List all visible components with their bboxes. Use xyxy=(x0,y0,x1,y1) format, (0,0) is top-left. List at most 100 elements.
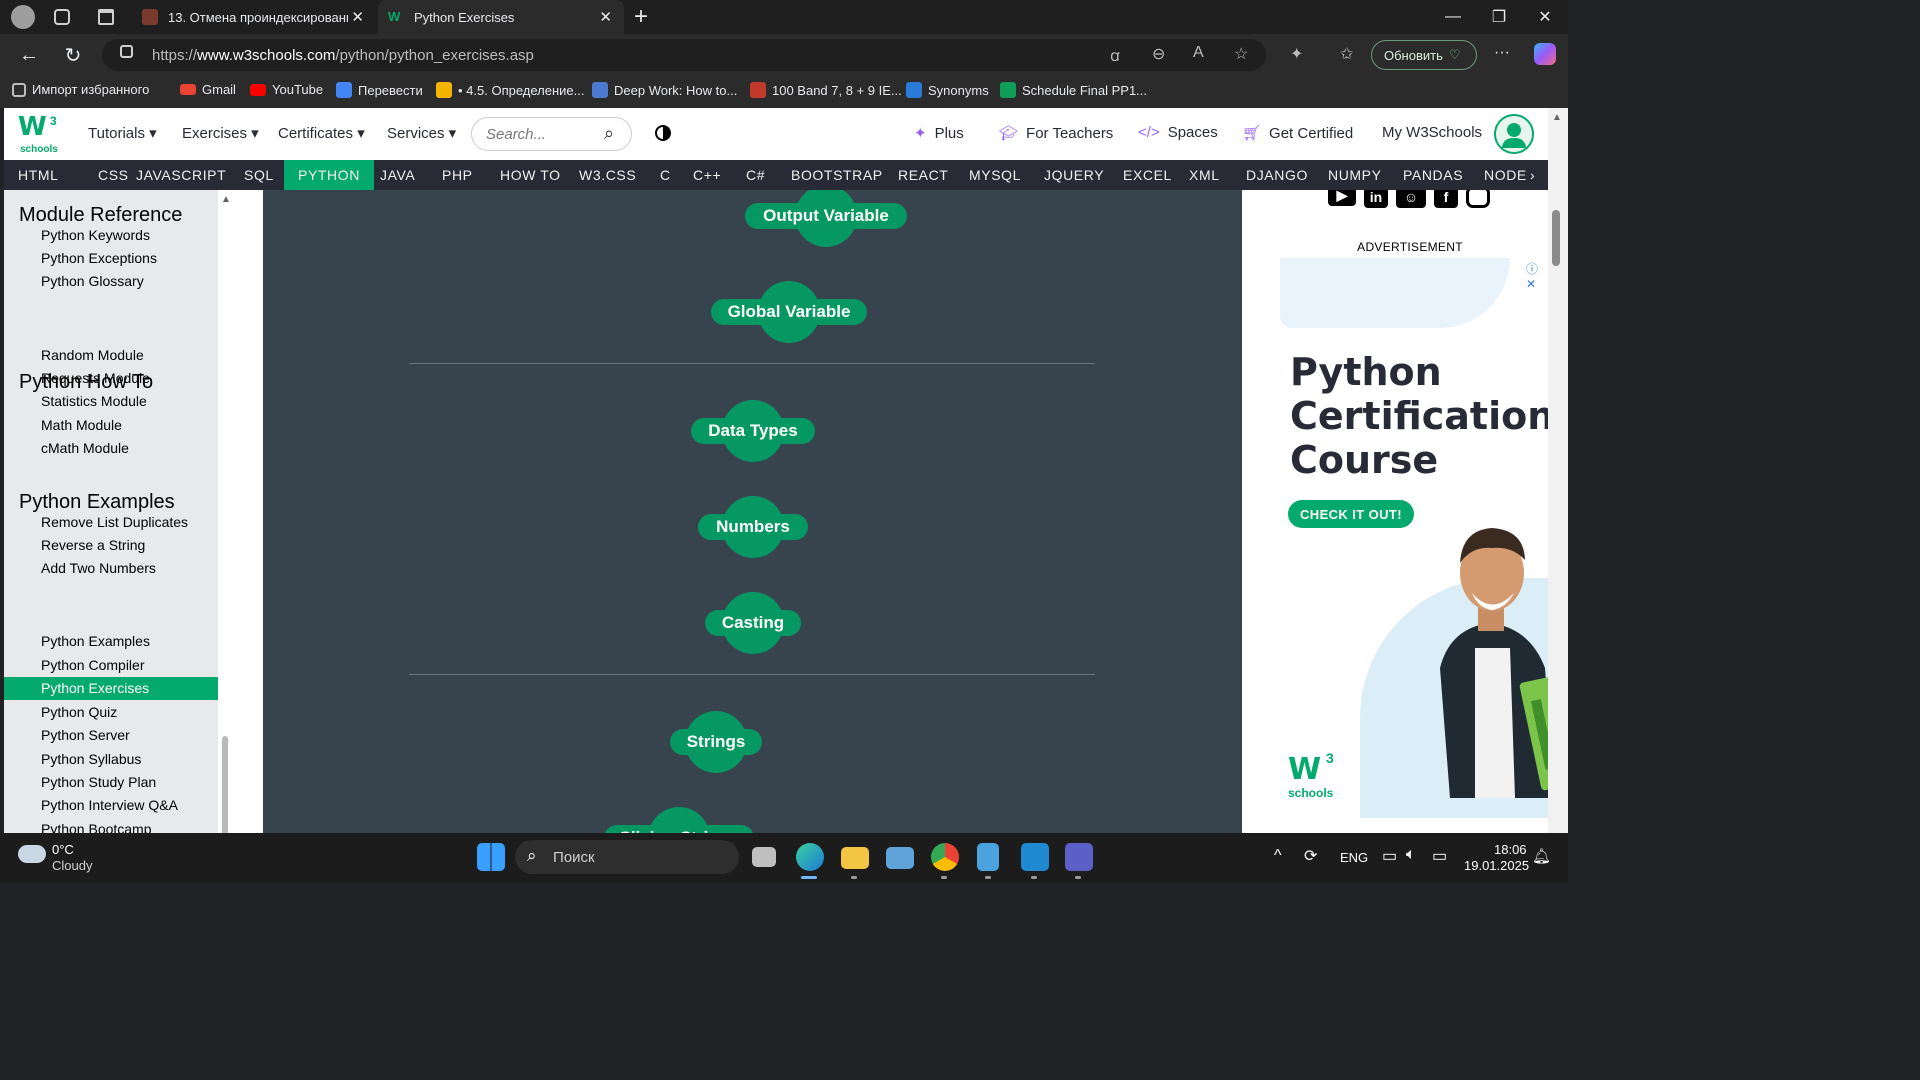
notifications-icon[interactable]: 🔔︎ xyxy=(1532,847,1551,865)
w3schools-logo[interactable]: W 3 schools xyxy=(18,114,58,156)
workspaces-icon[interactable] xyxy=(54,9,70,25)
new-tab-button[interactable]: + xyxy=(634,3,648,31)
bookmark-translate[interactable]: Перевести xyxy=(336,82,423,98)
subnav-item-django[interactable]: DJANGO xyxy=(1232,160,1322,190)
subnav-item-jquery[interactable]: JQUERY xyxy=(1030,160,1118,190)
bookmark-ielts[interactable]: 100 Band 7, 8 + 9 IE... xyxy=(750,82,902,98)
tab-active[interactable]: W Python Exercises ✕ xyxy=(378,0,624,34)
photos-icon[interactable] xyxy=(886,847,914,869)
sidebar-item-python-syllabus[interactable]: Python Syllabus xyxy=(4,748,218,771)
sidebar-scrollbar[interactable]: ▲ xyxy=(218,190,234,833)
sidebar-item-python-interview-q-a[interactable]: Python Interview Q&A xyxy=(4,794,218,817)
vertical-tabs-icon[interactable] xyxy=(98,9,114,25)
read-aloud-icon[interactable]: A xyxy=(1193,44,1204,62)
search-icon[interactable]: ⌕ xyxy=(604,123,614,144)
facebook-social-icon[interactable]: f xyxy=(1434,190,1458,208)
bookmark-import[interactable]: Импорт избранного xyxy=(12,82,149,97)
sidebar-item-cmath-module[interactable]: cMath Module xyxy=(4,437,218,460)
subnav-item-xml[interactable]: XML xyxy=(1175,160,1234,190)
instagram-social-icon[interactable] xyxy=(1466,190,1490,208)
scroll-up-icon[interactable]: ▲ xyxy=(221,194,231,205)
subnav-item-java[interactable]: JAVA xyxy=(366,160,429,190)
tab-inactive[interactable]: 13. Отмена проиндексированных ✕ xyxy=(132,0,376,34)
discord-social-icon[interactable]: ☺ xyxy=(1396,190,1426,208)
subnav-item-c-[interactable]: C# xyxy=(732,160,779,190)
services-menu[interactable]: Services ▾ xyxy=(387,124,456,142)
sidebar-item-math-module[interactable]: Math Module xyxy=(4,414,218,437)
update-browser-button[interactable]: Обновить ♡ xyxy=(1371,40,1477,70)
volume-muted-icon[interactable]: 🔈︎ xyxy=(1406,846,1416,864)
subnav-item-bootstrap[interactable]: BOOTSTRAP xyxy=(777,160,897,190)
subnav-item-c-[interactable]: C++ xyxy=(679,160,735,190)
subnav-item-javascript[interactable]: JAVASCRIPT xyxy=(122,160,240,190)
windows-start-icon[interactable] xyxy=(477,843,505,871)
back-icon[interactable]: ← xyxy=(16,42,42,68)
sync-icon[interactable]: ⟳ xyxy=(1304,846,1317,866)
vscode-icon[interactable] xyxy=(1021,843,1049,871)
bookmark-schedule[interactable]: Schedule Final PP1... xyxy=(1000,82,1147,98)
bookmark-gmail[interactable]: Gmail xyxy=(180,82,236,97)
bookmark-youtube[interactable]: YouTube xyxy=(250,82,323,97)
contrast-toggle-icon[interactable] xyxy=(655,125,671,141)
extensions-icon[interactable]: ✦ xyxy=(1290,44,1303,64)
sidebar-item-python-keywords[interactable]: Python Keywords xyxy=(4,224,218,247)
network-icon[interactable]: ▭ xyxy=(1382,846,1397,866)
favorites-icon[interactable]: ✩ xyxy=(1340,44,1353,64)
sidebar-item-python-server[interactable]: Python Server xyxy=(4,724,218,747)
sidebar-item-add-two-numbers[interactable]: Add Two Numbers xyxy=(4,557,218,580)
ad-info-icon[interactable]: ⓘ ✕ xyxy=(1526,260,1548,291)
close-window-icon[interactable]: ✕ xyxy=(1522,0,1568,34)
my-w3schools-link[interactable]: My W3Schools xyxy=(1382,124,1482,141)
sidebar-item-python-compiler[interactable]: Python Compiler xyxy=(4,654,218,677)
maximize-icon[interactable]: ❐ xyxy=(1476,0,1522,34)
more-menu-icon[interactable]: ··· xyxy=(1494,44,1510,62)
scroll-up-icon[interactable]: ▲ xyxy=(1552,112,1562,123)
notepad-icon[interactable] xyxy=(977,843,999,871)
zoom-out-icon[interactable]: ⊖ xyxy=(1152,44,1165,64)
subnav-item-numpy[interactable]: NUMPY xyxy=(1314,160,1396,190)
bookmark-synonyms[interactable]: Synonyms xyxy=(906,82,989,98)
linkedin-social-icon[interactable]: in xyxy=(1364,190,1388,208)
subnav-item-mysql[interactable]: MYSQL xyxy=(955,160,1035,190)
weather-condition[interactable]: Cloudy xyxy=(52,858,92,873)
sidebar-item-python-study-plan[interactable]: Python Study Plan xyxy=(4,771,218,794)
show-hidden-icons[interactable]: ^ xyxy=(1274,847,1282,865)
favorite-star-icon[interactable]: ☆ xyxy=(1234,44,1248,64)
translate-page-icon[interactable]: ꭤ xyxy=(1110,44,1120,66)
for-teachers-link[interactable]: 🎓︎ For Teachers xyxy=(999,124,1113,143)
spaces-link[interactable]: </> Spaces xyxy=(1138,124,1218,141)
lock-icon[interactable] xyxy=(120,45,133,58)
sidebar-item-random-module[interactable]: Random Module xyxy=(4,344,218,367)
weather-temperature[interactable]: 0°C xyxy=(52,842,74,857)
subnav-item-w3-css[interactable]: W3.CSS xyxy=(565,160,650,190)
subnav-item-how-to[interactable]: HOW TO xyxy=(486,160,575,190)
sidebar-item-remove-list-duplicates[interactable]: Remove List Duplicates xyxy=(4,511,218,534)
task-view-icon[interactable] xyxy=(752,847,776,867)
bookmark-slides[interactable]: • 4.5. Определение... xyxy=(436,82,585,98)
subnav-item-react[interactable]: REACT xyxy=(884,160,962,190)
close-tab-icon[interactable]: ✕ xyxy=(599,8,612,26)
page-scroll-thumb[interactable] xyxy=(1552,210,1560,266)
advertisement-banner[interactable]: ⓘ ✕ Python Certification Course CHECK IT… xyxy=(1280,258,1548,818)
edge-browser-icon[interactable] xyxy=(796,843,824,871)
refresh-icon[interactable]: ↻ xyxy=(60,42,86,68)
sidebar-item-python-quiz[interactable]: Python Quiz xyxy=(4,701,218,724)
sidebar-item-reverse-a-string[interactable]: Reverse a String xyxy=(4,534,218,557)
subnav-item-html[interactable]: HTML xyxy=(4,160,73,190)
subnav-next-icon[interactable]: › xyxy=(1520,160,1545,190)
clock-date[interactable]: 19.01.2025 xyxy=(1464,858,1529,873)
certificates-menu[interactable]: Certificates ▾ xyxy=(278,124,365,142)
battery-icon[interactable]: ▭ xyxy=(1432,846,1447,866)
page-scrollbar[interactable]: ▲ xyxy=(1548,108,1568,833)
sidebar-item-python-bootcamp[interactable]: Python Bootcamp xyxy=(4,818,218,833)
plus-link[interactable]: ✦ Plus xyxy=(914,124,964,143)
subnav-item-python[interactable]: PYTHON xyxy=(284,160,374,190)
bookmark-deepwork[interactable]: Deep Work: How to... xyxy=(592,82,737,98)
get-certified-link[interactable]: 🛒︎ Get Certified xyxy=(1242,124,1353,143)
cloud-icon[interactable] xyxy=(18,845,46,863)
sidebar-item-python-exceptions[interactable]: Python Exceptions xyxy=(4,247,218,270)
clock-time[interactable]: 18:06 xyxy=(1494,842,1527,857)
sidebar-item-python-glossary[interactable]: Python Glossary xyxy=(4,270,218,293)
sidebar-item-python-examples[interactable]: Python Examples xyxy=(4,630,218,653)
user-avatar[interactable] xyxy=(1494,114,1534,154)
